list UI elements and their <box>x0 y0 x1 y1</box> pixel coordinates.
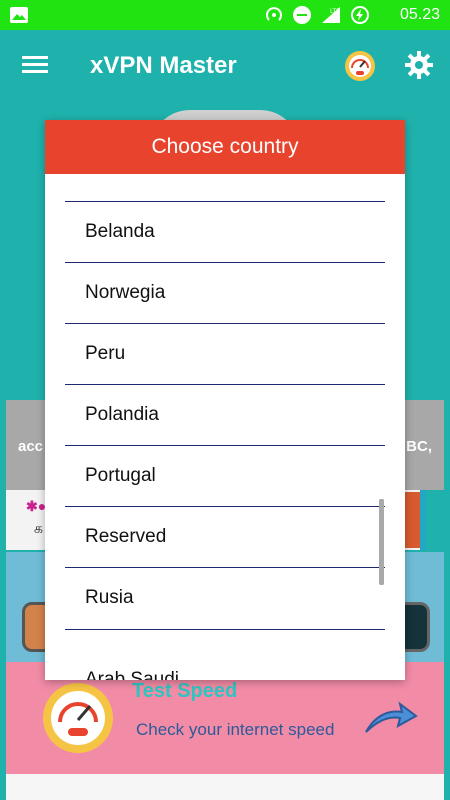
app-title: xVPN Master <box>90 52 237 79</box>
hotspot-icon <box>266 7 282 21</box>
list-divider <box>65 629 385 630</box>
banner-text-left: acc <box>18 438 44 455</box>
status-icons: LTE <box>264 5 370 25</box>
country-item[interactable]: Arab Saudi <box>65 650 385 680</box>
dialog-title: Choose country <box>45 120 405 174</box>
test-speed-subtitle: Check your internet speed <box>136 720 335 739</box>
ad-logo-icon: ✱● <box>26 498 47 514</box>
country-item[interactable]: Norwegia <box>65 263 385 323</box>
image-icon <box>10 7 28 23</box>
country-item[interactable]: Peru <box>65 324 385 384</box>
country-item[interactable]: Rusia <box>65 568 385 628</box>
status-bar: LTE 05.23 <box>0 0 450 30</box>
country-item[interactable]: Portugal <box>65 446 385 506</box>
test-speed-title: Test Speed <box>132 680 238 702</box>
speed-gauge-icon <box>43 683 113 753</box>
battery-charging-icon <box>351 6 369 24</box>
speedometer-icon[interactable] <box>344 50 376 82</box>
country-list[interactable]: Belanda Norwegia Peru Polandia Portugal … <box>45 174 405 680</box>
ad-text: க <box>34 520 43 536</box>
ad-strip <box>420 490 426 550</box>
arrow-forward-icon[interactable] <box>362 698 418 738</box>
country-item[interactable]: Reserved <box>65 507 385 567</box>
svg-text:LTE: LTE <box>330 8 340 15</box>
menu-icon[interactable] <box>22 54 48 76</box>
signal-icon: LTE <box>322 7 340 23</box>
country-item[interactable]: Belanda <box>65 202 385 262</box>
do-not-disturb-icon <box>293 6 311 24</box>
app-bar: xVPN Master <box>0 30 450 102</box>
bottom-strip <box>6 774 444 800</box>
scrollbar[interactable] <box>379 499 384 585</box>
banner-text-right: BC, <box>406 438 432 455</box>
country-item[interactable]: Polandia <box>65 385 385 445</box>
gear-icon[interactable] <box>404 50 434 80</box>
choose-country-dialog: Choose country Belanda Norwegia Peru Pol… <box>45 120 405 680</box>
status-time: 05.23 <box>399 6 440 23</box>
